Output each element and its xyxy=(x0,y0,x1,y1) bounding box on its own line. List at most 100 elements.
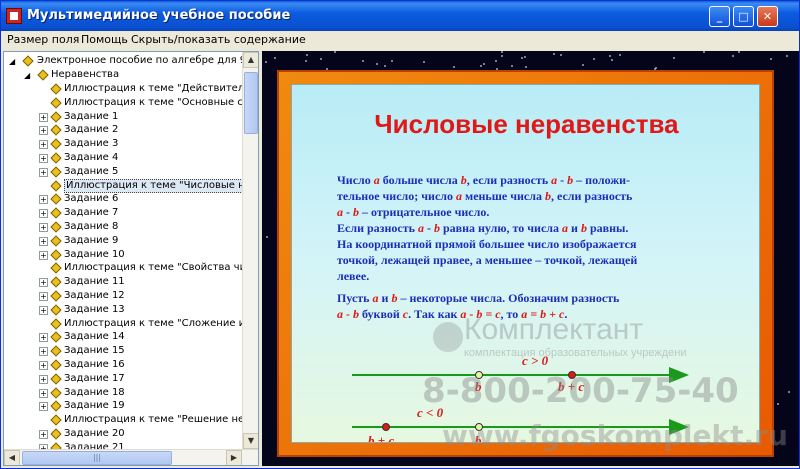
star-decoration xyxy=(362,60,364,62)
menu-item-help[interactable]: Помощь xyxy=(81,33,128,46)
star-decoration xyxy=(501,55,503,57)
collapse-triangle-icon[interactable]: ◢ xyxy=(24,71,30,80)
tree-item-task[interactable]: + Задание 17 xyxy=(4,372,244,386)
star-decoration xyxy=(609,55,611,57)
minimize-button[interactable]: _ xyxy=(709,6,730,27)
star-decoration xyxy=(480,65,482,67)
contents-tree[interactable]: ◢ Электронное пособие по алгебре для 9 к… xyxy=(3,51,259,466)
tree-item-illustration[interactable]: Иллюстрация к теме "Числовые нера xyxy=(4,178,244,193)
tree-item-task[interactable]: + Задание 12 xyxy=(4,289,244,303)
expand-icon[interactable]: + xyxy=(39,112,48,122)
tree-item-task[interactable]: + Задание 16 xyxy=(4,358,244,372)
expand-icon[interactable]: + xyxy=(39,292,48,301)
expand-icon[interactable]: + xyxy=(39,209,48,219)
tree-item-task[interactable]: + Задание 8 xyxy=(4,220,244,234)
tree-item-task[interactable]: + Задание 2 xyxy=(4,123,244,137)
tree-item-task[interactable]: + Задание 11 xyxy=(4,275,244,289)
label-b-plus-c-2: b + c xyxy=(368,433,394,443)
tree-item-task[interactable]: + Задание 18 xyxy=(4,386,244,400)
expand-icon[interactable]: + xyxy=(39,278,48,288)
expand-icon[interactable]: + xyxy=(39,223,48,232)
menu-item-size[interactable]: Размер поля xyxy=(7,33,79,46)
tree-item-task[interactable]: + Задание 7 xyxy=(4,206,244,220)
tree-item-illustration[interactable]: Иллюстрация к теме "Основные свойс xyxy=(4,96,244,110)
star-decoration xyxy=(483,63,485,65)
watermark-phone: 8-800-200-75-40 xyxy=(422,371,739,411)
expand-icon[interactable]: + xyxy=(39,140,48,150)
scroll-right-arrow-icon[interactable]: ▶ xyxy=(226,450,242,465)
expand-icon[interactable]: + xyxy=(39,430,48,439)
tree-item-label: Задание 2 xyxy=(64,124,119,136)
star-decoration xyxy=(274,57,276,59)
tree-item-task[interactable]: + Задание 15 xyxy=(4,344,244,358)
tree-item-label: Задание 4 xyxy=(64,152,119,163)
star-decoration xyxy=(560,54,562,56)
expand-icon[interactable]: + xyxy=(39,347,48,357)
tree-item-task[interactable]: + Задание 1 xyxy=(4,110,244,124)
tree-item-illustration[interactable]: Иллюстрация к теме "Действительнь xyxy=(4,82,244,96)
close-button[interactable]: ✕ xyxy=(757,6,778,27)
star-decoration xyxy=(619,54,621,56)
expand-icon[interactable]: + xyxy=(39,126,48,136)
condition-label-1: c > 0 xyxy=(522,353,549,368)
expand-icon[interactable]: + xyxy=(39,333,48,343)
expand-icon[interactable]: + xyxy=(39,236,48,246)
tree-item-label: Задание 20 xyxy=(64,428,125,439)
title-bar[interactable]: Мультимедийное учебное пособие _ □ ✕ xyxy=(1,1,799,31)
tree-item-task[interactable]: + Задание 10 xyxy=(4,248,244,262)
tree-horizontal-scrollbar[interactable]: ◀ ||| ▶ xyxy=(4,449,258,465)
tree-item-task[interactable]: + Задание 13 xyxy=(4,303,244,317)
scroll-up-arrow-icon[interactable]: ▲ xyxy=(243,52,258,68)
task-icon xyxy=(50,400,62,413)
tree-item-task[interactable]: + Задание 3 xyxy=(4,137,244,151)
expand-icon[interactable]: + xyxy=(39,250,48,260)
task-icon xyxy=(50,235,62,247)
tree-item-task[interactable]: + Задание 6 xyxy=(4,192,244,206)
expand-icon[interactable]: + xyxy=(39,388,48,398)
scroll-down-arrow-icon[interactable]: ▼ xyxy=(243,433,258,449)
tree-item-illustration[interactable]: Иллюстрация к теме "Решение нерав xyxy=(4,413,244,427)
expand-icon[interactable]: + xyxy=(39,305,48,315)
task-icon xyxy=(50,359,62,371)
star-decoration xyxy=(732,55,734,57)
tree-item-task[interactable]: + Задание 5 xyxy=(4,165,244,179)
star-decoration xyxy=(611,59,613,61)
expand-icon[interactable]: + xyxy=(39,361,48,370)
expand-icon[interactable]: + xyxy=(39,374,48,384)
tree-root[interactable]: ◢ Электронное пособие по алгебре для 9 к… xyxy=(4,54,244,68)
menu-bar: Размер поля Помощь Скрыть/показать содер… xyxy=(1,31,799,49)
tree-item-task[interactable]: + Задание 20 xyxy=(4,427,244,441)
tree-item-task[interactable]: + Задание 19 xyxy=(4,399,244,413)
tree-section[interactable]: ◢ Неравенства xyxy=(4,68,244,82)
tree-item-label: Задание 14 xyxy=(64,331,125,343)
scroll-thumb-horizontal[interactable]: ||| xyxy=(22,451,172,465)
client-area: ◢ Электронное пособие по алгебре для 9 к… xyxy=(1,50,799,468)
expand-icon[interactable]: + xyxy=(39,167,48,177)
tree-item-illustration[interactable]: Иллюстрация к теме "Сложение и умн xyxy=(4,317,244,331)
paragraph-1-line-3: a - b – отрицательное число. xyxy=(337,205,490,219)
expand-icon[interactable]: + xyxy=(39,154,48,163)
collapse-triangle-icon[interactable]: ◢ xyxy=(9,57,15,66)
tree-item-task[interactable]: + Задание 21 xyxy=(4,441,244,449)
paragraph-2-line-4: левее. xyxy=(337,269,370,283)
tree-item-label: Иллюстрация к теме "Решение нерав xyxy=(64,414,244,426)
star-decoration xyxy=(703,51,705,53)
star-decoration xyxy=(788,391,790,393)
illustration-icon xyxy=(50,414,62,426)
tree-item-task[interactable]: + Задание 9 xyxy=(4,234,244,248)
app-window: Мультимедийное учебное пособие _ □ ✕ Раз… xyxy=(0,0,800,469)
tree-item-task[interactable]: + Задание 14 xyxy=(4,330,244,344)
maximize-button[interactable]: □ xyxy=(733,6,754,27)
star-decoration xyxy=(770,58,772,60)
slide-title: Числовые неравенства xyxy=(374,109,679,139)
expand-icon[interactable]: + xyxy=(39,195,48,205)
tree-item-illustration[interactable]: Иллюстрация к теме "Свойства числс xyxy=(4,261,244,275)
tree-item-task[interactable]: + Задание 4 xyxy=(4,151,244,165)
paragraph-1: Число a больше числа b, если разность a … xyxy=(337,172,747,284)
scroll-thumb[interactable] xyxy=(244,72,258,134)
scroll-left-arrow-icon[interactable]: ◀ xyxy=(4,450,20,465)
star-decoration xyxy=(521,57,523,59)
expand-icon[interactable]: + xyxy=(39,402,48,412)
tree-vertical-scrollbar[interactable]: ▲ ▼ xyxy=(242,52,258,449)
menu-item-toggle-contents[interactable]: Скрыть/показать содержание xyxy=(131,33,306,46)
